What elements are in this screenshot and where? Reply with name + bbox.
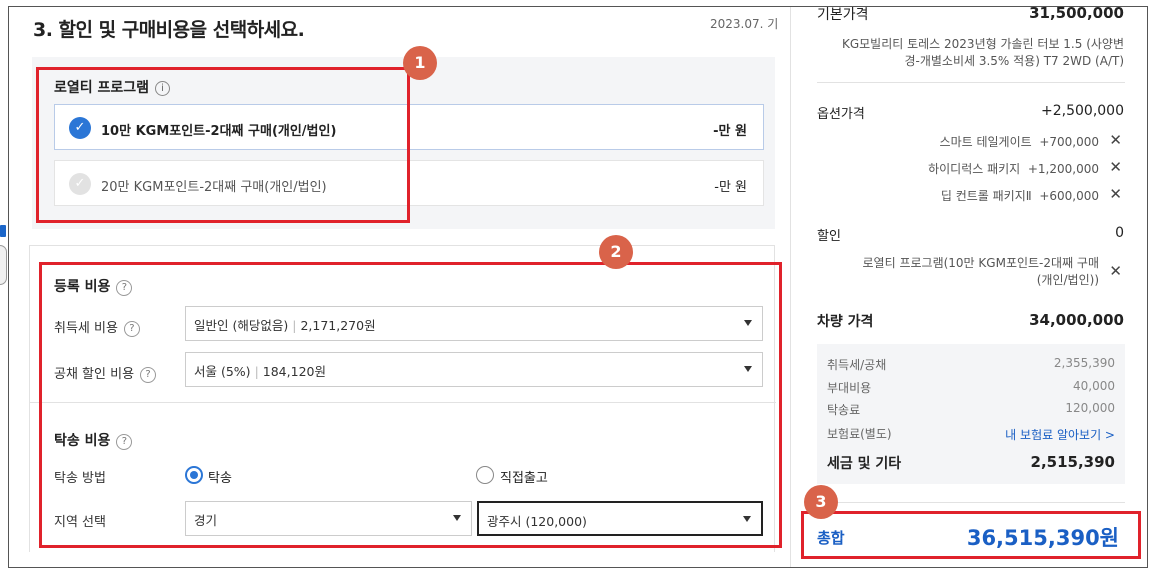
remove-option-icon[interactable]: ✕ [1109, 158, 1122, 176]
option-item-price: +600,000 [1039, 189, 1099, 203]
tax-total-label: 세금 및 기타 [827, 456, 902, 472]
purchase-cost-screen: 3. 할인 및 구매비용을 선택하세요. 2023.07. 기 로열티 프로그램… [8, 6, 1148, 568]
tax-total: 2,515,390 [1030, 453, 1115, 471]
vehicle-price: 34,000,000 [1029, 311, 1124, 329]
divider [817, 82, 1125, 83]
loyalty-option-value: -만 원 [714, 180, 747, 195]
annotation-box-2 [39, 262, 782, 548]
insurance-link[interactable]: 내 보험료 알아보기 > [1005, 426, 1115, 443]
annotation-badge-2: 2 [599, 235, 633, 269]
option-item-price: +700,000 [1039, 135, 1099, 149]
blue-marker [0, 225, 6, 237]
tax-row-value: 2,355,390 [1053, 356, 1115, 370]
option-item-1: 스마트 테일게이트 +700,000 [940, 133, 1099, 150]
options-label: 옵션가격 [817, 107, 865, 122]
car-edge-image [0, 245, 7, 285]
options-total: +2,500,000 [1041, 103, 1124, 119]
annotation-box-3 [801, 511, 1141, 559]
option-item-2: 하이디럭스 패키지 +1,200,000 [928, 160, 1099, 177]
tax-row-label: 취득세/공채 [827, 358, 887, 372]
discount-item-line-2: (개인/법인)) [1036, 273, 1099, 287]
option-item-price: +1,200,000 [1027, 162, 1099, 176]
annotation-box-1 [36, 67, 410, 223]
option-item-name: 딥 컨트롤 패키지Ⅱ [940, 189, 1032, 203]
remove-discount-icon[interactable]: ✕ [1109, 262, 1122, 280]
discount-total: 0 [1115, 225, 1124, 241]
discount-item-line-1: 로열티 프로그램(10만 KGM포인트-2대째 구매 [862, 256, 1099, 270]
price-summary: 기본가격 31,500,000 KG모빌리티 토레스 2023년형 가솔린 터보… [790, 6, 1147, 567]
section-title: 3. 할인 및 구매비용을 선택하세요. [33, 19, 305, 41]
discount-label: 할인 [817, 229, 841, 244]
left-edge-decoration [0, 205, 8, 295]
model-description-line-1: KG모빌리티 토레스 2023년형 가솔린 터보 1.5 (사양변 [841, 37, 1124, 51]
divider [817, 502, 1125, 503]
annotation-badge-1: 1 [403, 46, 437, 80]
model-description-line-2: 경-개별소비세 3.5% 적용) T7 2WD (A/T) [904, 54, 1124, 68]
insurance-label: 보험료(별도) [827, 427, 892, 441]
annotation-badge-3: 3 [804, 485, 838, 519]
tax-row-label: 부대비용 [827, 381, 872, 395]
option-item-3: 딥 컨트롤 패키지Ⅱ +600,000 [941, 187, 1099, 204]
base-price: 31,500,000 [1029, 6, 1124, 22]
option-item-name: 하이디럭스 패키지 [928, 162, 1021, 176]
tax-row-value: 40,000 [1073, 379, 1115, 393]
remove-option-icon[interactable]: ✕ [1109, 185, 1122, 203]
tax-breakdown-box: 취득세/공채 2,355,390 부대비용 40,000 탁송료 120,000… [817, 344, 1125, 484]
vehicle-price-label: 차량 가격 [817, 314, 874, 330]
loyalty-option-value: -만 원 [713, 124, 747, 139]
tax-row-label: 탁송료 [827, 403, 861, 417]
option-item-name: 스마트 테일게이트 [939, 135, 1032, 149]
section-date: 2023.07. 기 [710, 17, 779, 31]
remove-option-icon[interactable]: ✕ [1109, 131, 1122, 149]
base-price-label: 기본가격 [817, 7, 869, 23]
tax-row-value: 120,000 [1065, 401, 1115, 415]
